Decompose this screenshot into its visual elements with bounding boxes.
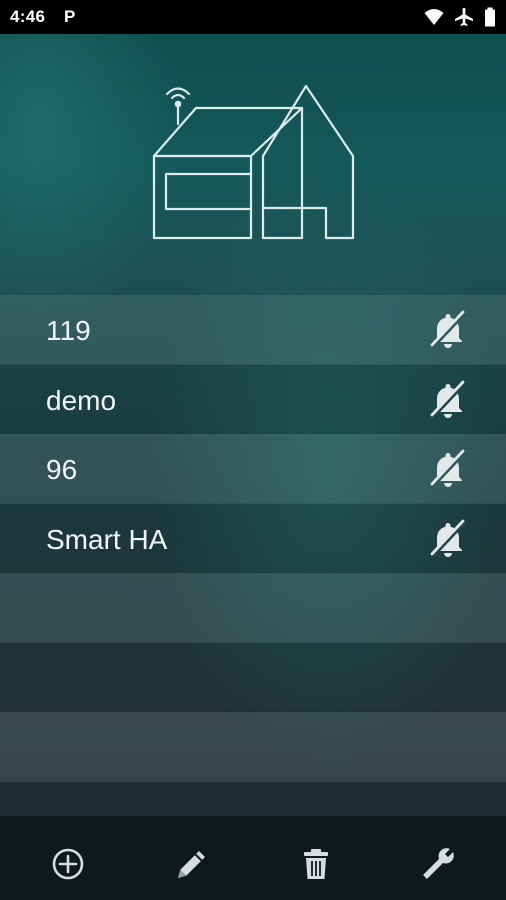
list-item-label: 119 <box>46 315 91 346</box>
list-item[interactable]: demo <box>0 364 506 434</box>
list-item-label: 96 <box>46 454 78 485</box>
status-icons <box>424 7 496 27</box>
notifications-off-icon[interactable] <box>428 309 468 349</box>
add-circle-icon[interactable] <box>50 846 86 882</box>
airplane-icon <box>455 8 473 26</box>
wifi-icon <box>424 9 444 25</box>
list-item[interactable]: 119 <box>0 295 506 365</box>
device-list: 119 demo 96 Smart HA <box>0 295 506 851</box>
header <box>0 34 506 295</box>
status-time: 4:46 <box>10 7 46 26</box>
list-item-label: demo <box>46 384 117 416</box>
notifications-off-icon[interactable] <box>428 448 468 488</box>
notifications-off-icon[interactable] <box>428 518 468 558</box>
wrench-icon[interactable] <box>420 846 456 882</box>
house-with-antenna-icon <box>152 84 355 240</box>
notifications-off-icon[interactable] <box>428 379 468 419</box>
app-screen: 4:46 P 119 demo 96 Smart HA <box>0 0 506 900</box>
notification-p-icon: P <box>64 7 76 26</box>
battery-icon <box>485 7 495 27</box>
empty-row <box>0 573 506 643</box>
pencil-icon[interactable] <box>174 846 210 882</box>
list-item-label: Smart HA <box>46 523 168 555</box>
list-item[interactable]: Smart HA <box>0 503 506 573</box>
empty-row <box>0 712 506 782</box>
list-item[interactable]: 96 <box>0 434 506 504</box>
trash-icon[interactable] <box>298 846 334 882</box>
status-bar: 4:46 P <box>0 0 506 34</box>
bottom-toolbar <box>0 816 506 900</box>
empty-row <box>0 642 506 712</box>
